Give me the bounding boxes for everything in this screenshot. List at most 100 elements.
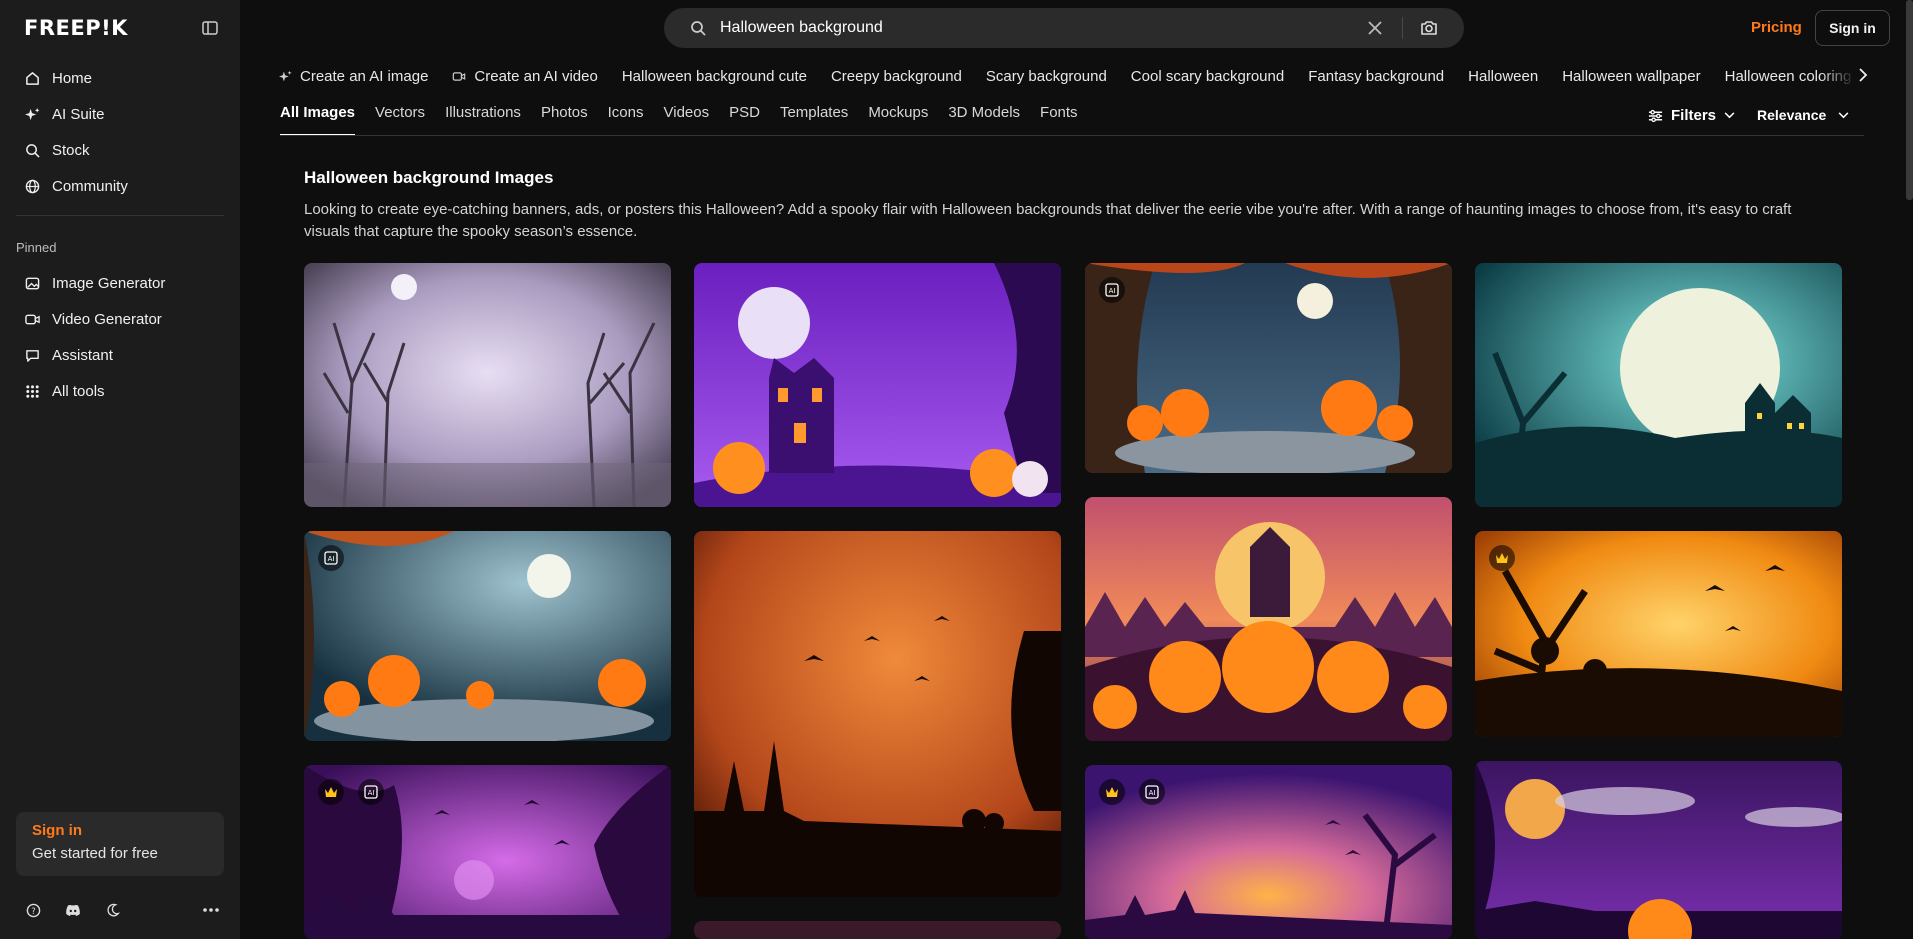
signin-card-subtitle: Get started for free [32, 845, 158, 862]
search-bar[interactable] [664, 8, 1464, 48]
tab-photos[interactable]: Photos [541, 104, 588, 136]
tab-3d-models[interactable]: 3D Models [948, 104, 1020, 136]
sparkle-icon [279, 70, 292, 83]
page-title: Halloween background Images [304, 168, 554, 187]
discord-icon[interactable] [64, 901, 82, 919]
sparkle-icon [24, 106, 40, 122]
svg-text:?: ? [31, 905, 35, 915]
card-image [694, 263, 1061, 507]
filters-button[interactable]: Filters [1648, 107, 1735, 124]
filters-icon [1648, 109, 1663, 123]
tab-templates[interactable]: Templates [780, 104, 848, 136]
video-icon [24, 311, 40, 327]
svg-text:AI: AI [368, 789, 375, 797]
image-card-purple-castle-glow[interactable] [694, 921, 1061, 939]
card-image [694, 921, 1061, 939]
svg-text:AI: AI [1149, 789, 1156, 797]
chevron-down-icon [1724, 112, 1735, 119]
image-card-purple-haunted-house[interactable] [694, 263, 1061, 507]
search-input[interactable] [720, 8, 1320, 48]
sidebar-item-all-tools[interactable]: All tools [14, 373, 226, 409]
image-card-teal-moon-graveyard[interactable] [1475, 263, 1842, 507]
image-card-orange-castle-bats[interactable] [694, 531, 1061, 897]
image-card-orange-tree-silhouette[interactable] [1475, 531, 1842, 737]
image-card-purple-moon-pumpkin[interactable] [1475, 761, 1842, 939]
svg-text:AI: AI [328, 555, 335, 563]
suggestion-item[interactable]: Scary background [986, 68, 1107, 85]
pricing-link[interactable]: Pricing [1751, 19, 1802, 36]
freepik-logo[interactable]: FREEP!K [24, 16, 128, 40]
card-image [694, 531, 1061, 897]
suggestion-label: Create an AI video [474, 67, 598, 85]
tab-psd[interactable]: PSD [729, 104, 760, 136]
tabs-divider [280, 135, 1864, 136]
logo-row: FREEP!K [24, 16, 220, 40]
tab-all-images[interactable]: All Images [280, 104, 356, 136]
tab-icons[interactable]: Icons [608, 104, 644, 136]
card-image [304, 531, 671, 741]
suggestion-item[interactable]: Halloween wallpaper [1562, 68, 1700, 85]
image-card-pumpkins-blue-night[interactable]: AI [304, 531, 671, 741]
suggestion-item[interactable]: Halloween [1468, 68, 1538, 85]
more-icon[interactable] [202, 901, 220, 919]
image-card-misty-purple-forest[interactable] [304, 263, 671, 507]
suggestion-create-ai-video[interactable]: Create an AI video [452, 67, 598, 85]
globe-icon [24, 178, 40, 194]
tab-videos[interactable]: Videos [664, 104, 710, 136]
search-separator [1402, 17, 1403, 39]
filters-label: Filters [1671, 107, 1717, 124]
sidebar-collapse-icon[interactable] [200, 18, 220, 38]
pinned-section-label: Pinned [16, 240, 57, 255]
sidebar-item-label: All tools [52, 382, 105, 400]
signin-card[interactable]: Sign in Get started for free [16, 812, 224, 876]
sidebar-footer: ? [24, 900, 220, 920]
signin-button[interactable]: Sign in [1815, 10, 1890, 46]
card-image [1085, 263, 1452, 473]
signin-card-title[interactable]: Sign in [32, 822, 208, 839]
image-card-pumpkins-moonlit-path[interactable]: AI [1085, 263, 1452, 473]
tab-mockups[interactable]: Mockups [868, 104, 928, 136]
help-icon[interactable]: ? [24, 901, 42, 919]
sidebar-item-label: Community [52, 177, 128, 195]
sidebar-item-ai-suite[interactable]: AI Suite [14, 96, 226, 132]
dark-mode-icon[interactable] [104, 901, 122, 919]
video-icon [452, 70, 466, 83]
sidebar-divider [16, 215, 224, 216]
ai-generated-badge-icon: AI [1099, 277, 1125, 303]
premium-crown-icon [1489, 545, 1515, 571]
sidebar-item-community[interactable]: Community [14, 168, 226, 204]
chevron-right-icon[interactable] [1855, 67, 1871, 83]
sidebar-item-home[interactable]: Home [14, 60, 226, 96]
pinned-nav: Image Generator Video Generator Assistan… [14, 265, 226, 409]
card-image [1085, 497, 1452, 741]
clear-search-icon[interactable] [1366, 19, 1384, 37]
sidebar-item-image-generator[interactable]: Image Generator [14, 265, 226, 301]
tab-fonts[interactable]: Fonts [1040, 104, 1078, 136]
ai-generated-badge-icon: AI [318, 545, 344, 571]
tab-vectors[interactable]: Vectors [375, 104, 425, 136]
sidebar-item-video-generator[interactable]: Video Generator [14, 301, 226, 337]
sort-dropdown[interactable]: Relevance [1757, 107, 1849, 123]
svg-text:AI: AI [1109, 287, 1116, 295]
sidebar-item-stock[interactable]: Stock [14, 132, 226, 168]
suggestion-item[interactable]: Halloween background cute [622, 68, 807, 85]
suggestion-create-ai-image[interactable]: Create an AI image [279, 68, 428, 85]
image-icon [24, 275, 40, 291]
image-card-purple-sky-glow[interactable]: AI [1085, 765, 1452, 939]
asset-type-tabs: All Images Vectors Illustrations Photos … [280, 104, 1098, 136]
sidebar-item-label: Image Generator [52, 274, 166, 292]
page-scrollbar[interactable] [1906, 0, 1913, 200]
image-card-purple-bats-graveyard[interactable]: AI [304, 765, 671, 939]
image-card-pumpkins-castle-sunset[interactable] [1085, 497, 1452, 741]
suggestion-item[interactable]: Creepy background [831, 68, 962, 85]
tab-illustrations[interactable]: Illustrations [445, 104, 521, 136]
suggestion-item[interactable]: Fantasy background [1308, 68, 1444, 85]
camera-search-icon[interactable] [1420, 19, 1438, 37]
ai-generated-badge-icon: AI [1139, 779, 1165, 805]
ai-generated-badge-icon: AI [358, 779, 384, 805]
suggestion-item[interactable]: Cool scary background [1131, 68, 1284, 85]
sidebar-item-assistant[interactable]: Assistant [14, 337, 226, 373]
sidebar: FREEP!K Home AI Suite Stock Community Pi… [0, 0, 240, 939]
sidebar-item-label: Video Generator [52, 310, 162, 328]
search-icon [690, 20, 706, 41]
